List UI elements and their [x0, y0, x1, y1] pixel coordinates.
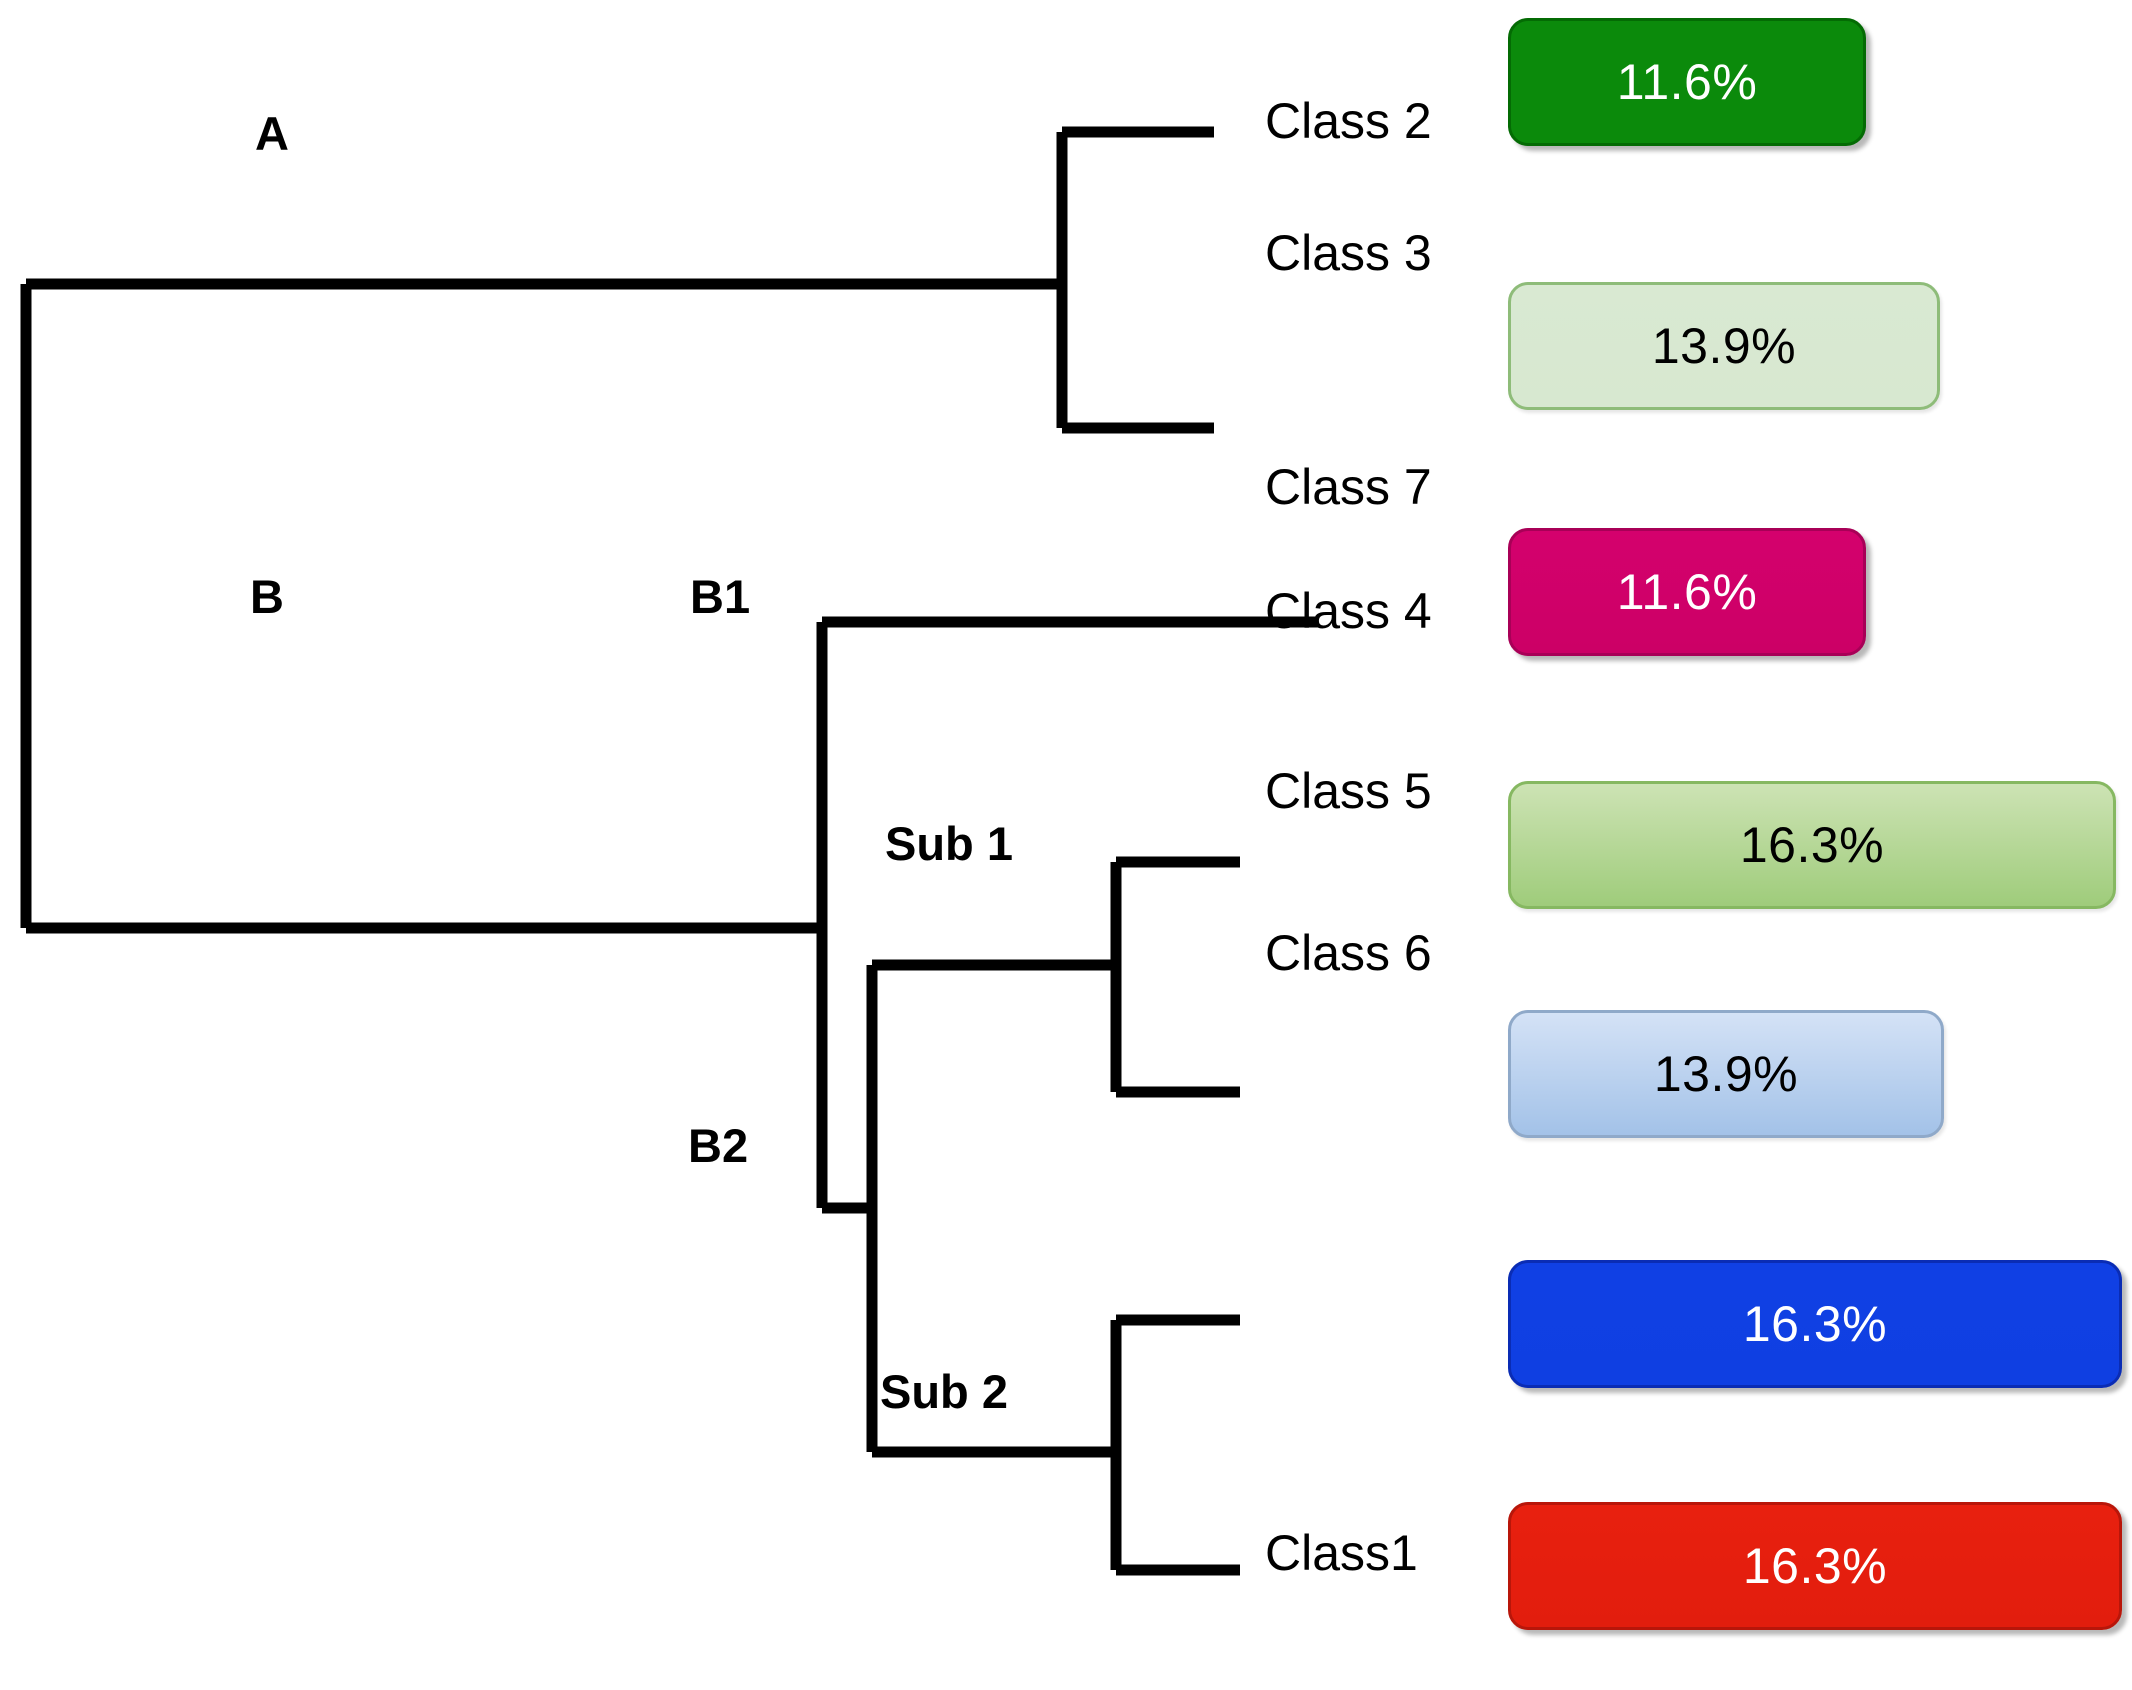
- clade-label-sub2: Sub 2: [880, 1365, 1008, 1418]
- percent-box-class4: 16.3%: [1508, 781, 2116, 909]
- leaf-label-class6: Class 6: [1265, 925, 1432, 981]
- dendrogram-figure: A B B1 B2 Sub 1 Sub 2 Class 2 Class 3 Cl…: [0, 0, 2132, 1690]
- leaf-label-class7: Class 7: [1265, 459, 1432, 515]
- clade-label-b1: B1: [690, 570, 751, 623]
- percent-box-class1: 16.3%: [1508, 1502, 2122, 1630]
- clade-label-b2: B2: [688, 1119, 749, 1172]
- percent-box-class3: 13.9%: [1508, 282, 1940, 410]
- percent-box-class7: 11.6%: [1508, 528, 1866, 656]
- clade-label-a: A: [255, 107, 289, 160]
- leaf-label-class3: Class 3: [1265, 225, 1432, 281]
- percent-box-class5: 13.9%: [1508, 1010, 1944, 1138]
- clade-label-sub1: Sub 1: [885, 817, 1013, 870]
- clade-label-b: B: [250, 570, 284, 623]
- leaf-label-class1: Class1: [1265, 1525, 1418, 1581]
- percent-box-class2: 11.6%: [1508, 18, 1866, 146]
- leaf-label-class2: Class 2: [1265, 93, 1432, 149]
- leaf-label-class5: Class 5: [1265, 763, 1432, 819]
- percent-box-class6: 16.3%: [1508, 1260, 2122, 1388]
- leaf-label-class4: Class 4: [1265, 583, 1432, 639]
